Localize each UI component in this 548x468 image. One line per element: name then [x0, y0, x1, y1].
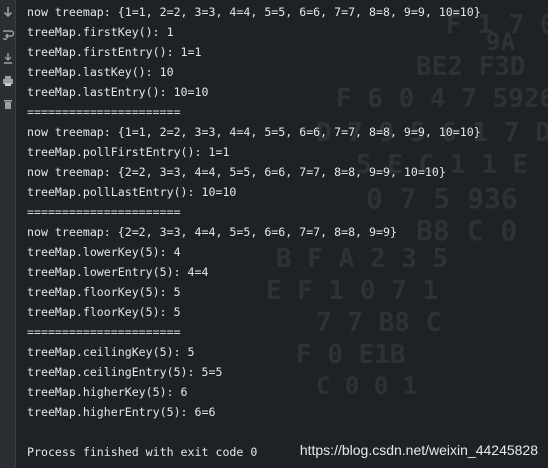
console-line: treeMap.higherEntry(5): 6=6 — [27, 405, 216, 419]
console-line: treeMap.pollFirstEntry(): 1=1 — [27, 145, 230, 159]
console-line: now treemap: {2=2, 3=3, 4=4, 5=5, 6=6, 7… — [27, 225, 397, 239]
console-line: treeMap.pollLastEntry(): 10=10 — [27, 185, 237, 199]
console-line: treeMap.lastEntry(): 10=10 — [27, 85, 209, 99]
separator-line: ====================== — [27, 105, 181, 119]
scroll-to-end-icon[interactable] — [2, 51, 14, 65]
run-console-window: F 1 7 0 9A BE2 F3D F 6 0 4 7 5926 D 7 9 … — [0, 0, 548, 468]
arrow-down-icon[interactable] — [2, 5, 14, 19]
console-line: treeMap.floorKey(5): 5 — [27, 285, 181, 299]
console-line: treeMap.firstEntry(): 1=1 — [27, 45, 202, 59]
trash-icon[interactable] — [2, 97, 14, 111]
console-toolbar — [0, 0, 16, 468]
blog-watermark: https://blog.csdn.net/weixin_44245828 — [299, 442, 538, 458]
console-line: treeMap.floorKey(5): 5 — [27, 305, 181, 319]
console-line: now treemap: {2=2, 3=3, 4=4, 5=5, 6=6, 7… — [27, 165, 446, 179]
soft-wrap-icon[interactable] — [2, 28, 14, 42]
console-output-panel[interactable]: F 1 7 0 9A BE2 F3D F 6 0 4 7 5926 D 7 9 … — [16, 0, 548, 468]
console-line: treeMap.firstKey(): 1 — [27, 25, 174, 39]
console-line: now treemap: {1=1, 2=2, 3=3, 4=4, 5=5, 6… — [27, 125, 481, 139]
console-line: treeMap.higherKey(5): 6 — [27, 385, 188, 399]
console-line: treeMap.lowerEntry(5): 4=4 — [27, 265, 209, 279]
console-line: treeMap.lowerKey(5): 4 — [27, 245, 181, 259]
console-line: now treemap: {1=1, 2=2, 3=3, 4=4, 5=5, 6… — [27, 5, 481, 19]
console-line: treeMap.lastKey(): 10 — [27, 65, 174, 79]
print-icon[interactable] — [2, 74, 14, 88]
console-line: treeMap.ceilingKey(5): 5 — [27, 345, 195, 359]
separator-line: ====================== — [27, 205, 181, 219]
console-line: treeMap.ceilingEntry(5): 5=5 — [27, 365, 223, 379]
console-lines: now treemap: {1=1, 2=2, 3=3, 4=4, 5=5, 6… — [27, 2, 548, 462]
separator-line: ====================== — [27, 325, 181, 339]
